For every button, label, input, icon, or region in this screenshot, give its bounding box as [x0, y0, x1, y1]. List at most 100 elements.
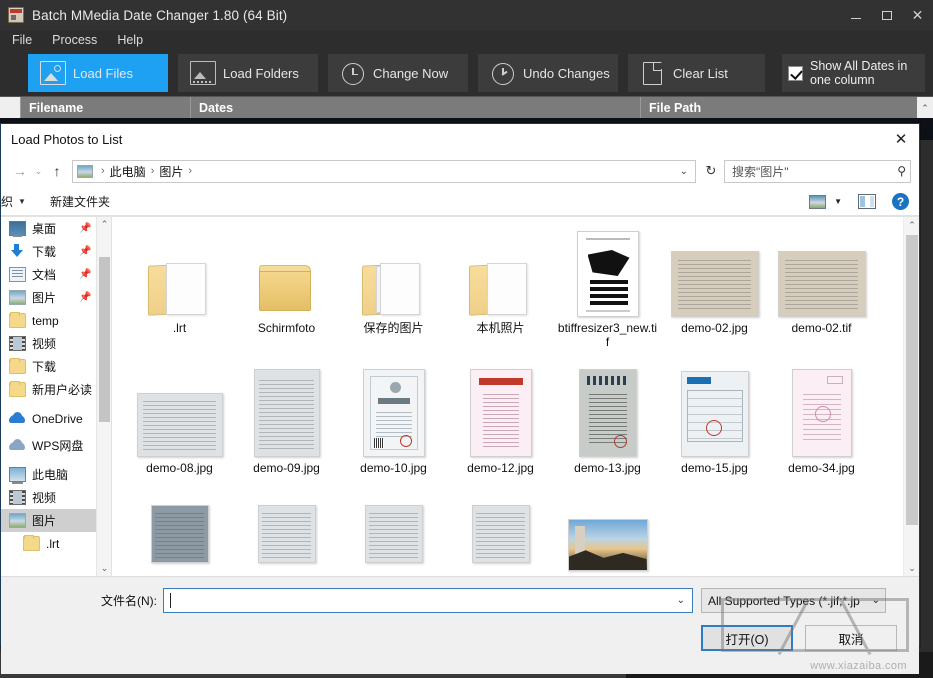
- show-all-dates-checkbox[interactable]: Show All Dates in one column: [782, 54, 925, 92]
- sidebar-item-onedrive[interactable]: OneDrive: [1, 407, 111, 430]
- new-folder-button[interactable]: 新建文件夹: [50, 193, 110, 210]
- undo-changes-button[interactable]: Undo Changes: [478, 54, 618, 92]
- file-item[interactable]: Schirmfoto: [233, 225, 340, 365]
- file-item[interactable]: btiffresizer3_new.tif: [554, 225, 661, 365]
- arrow-up-icon[interactable]: ↑: [46, 160, 68, 182]
- menu-file[interactable]: File: [12, 33, 32, 47]
- file-item[interactable]: [233, 505, 340, 565]
- clear-list-button[interactable]: Clear List: [628, 54, 765, 92]
- file-item[interactable]: demo-15.jpg: [661, 365, 768, 505]
- file-item[interactable]: [447, 505, 554, 565]
- column-header-filepath[interactable]: File Path: [640, 96, 933, 119]
- file-list-header: Filename Dates File Path ⌃: [0, 96, 933, 119]
- open-button[interactable]: 打开(O): [701, 625, 793, 651]
- sidebar-item-newuser[interactable]: 新用户必读: [1, 378, 111, 401]
- pin-icon[interactable]: 📌: [79, 246, 91, 257]
- pin-icon[interactable]: 📌: [79, 223, 91, 234]
- show-all-dates-line1: Show All Dates in: [810, 59, 908, 73]
- file-name: demo-12.jpg: [467, 461, 534, 475]
- change-now-button[interactable]: Change Now: [328, 54, 468, 92]
- file-item[interactable]: demo-12.jpg: [447, 365, 554, 505]
- sidebar-item-temp[interactable]: temp: [1, 309, 111, 332]
- folder-icon: [23, 535, 40, 551]
- file-grid-area[interactable]: .lrt Schirmfoto 保存的图片 本机照片 btiffresizer3…: [111, 217, 919, 576]
- view-options-icon[interactable]: [809, 194, 827, 209]
- sidebar-item-wpsdisk[interactable]: WPS网盘: [1, 434, 111, 457]
- organize-button[interactable]: 组织 ▼: [0, 193, 26, 210]
- sidebar-item-videos-pc[interactable]: 视频: [1, 486, 111, 509]
- scroll-down-icon[interactable]: ⌄: [904, 560, 919, 576]
- menu-process[interactable]: Process: [52, 33, 97, 47]
- list-scroll-up-icon[interactable]: ⌃: [917, 97, 933, 119]
- preview-pane-icon[interactable]: [858, 194, 876, 209]
- load-files-button[interactable]: Load Files: [28, 54, 168, 92]
- column-header-dates[interactable]: Dates: [190, 96, 640, 119]
- menu-help[interactable]: Help: [117, 33, 143, 47]
- sidebar-item-this-pc[interactable]: 此电脑: [1, 463, 111, 486]
- filetype-dropdown[interactable]: All Supported Types (*.jif;*.jp ⌄: [701, 588, 886, 613]
- file-item[interactable]: [340, 505, 447, 565]
- scroll-up-icon[interactable]: ⌃: [904, 217, 919, 233]
- sidebar-scrollbar[interactable]: ⌃ ⌄: [96, 217, 111, 576]
- sidebar-scroll-thumb[interactable]: [99, 257, 110, 422]
- breadcrumb-this-pc[interactable]: 此电脑: [110, 163, 146, 180]
- file-thumbnail: [455, 225, 547, 317]
- help-icon[interactable]: ?: [892, 193, 909, 210]
- sidebar-item-videos[interactable]: 视频: [1, 332, 111, 355]
- file-item[interactable]: demo-08.jpg: [126, 365, 233, 505]
- view-chevron-down-icon[interactable]: ▼: [834, 197, 842, 206]
- sidebar-scroll-up-icon[interactable]: ⌃: [97, 217, 111, 232]
- sidebar-item-desktop[interactable]: 桌面 📌: [1, 217, 111, 240]
- recent-locations-chevron-down-icon[interactable]: ⌄: [31, 160, 46, 182]
- search-box[interactable]: 搜索"图片" ⚲: [724, 159, 911, 183]
- filename-chevron-down-icon[interactable]: ⌄: [677, 595, 688, 606]
- doc-pink-thumbnail: [791, 369, 852, 457]
- sidebar-item-lrt[interactable]: .lrt: [1, 532, 111, 555]
- column-header-filename[interactable]: Filename: [20, 96, 190, 119]
- text-caret: [170, 593, 171, 608]
- pin-icon[interactable]: 📌: [79, 292, 91, 303]
- address-chevron-down-icon[interactable]: ⌄: [673, 166, 695, 177]
- load-folders-button[interactable]: Load Folders: [178, 54, 318, 92]
- file-item[interactable]: demo-02.jpg: [661, 225, 768, 365]
- breadcrumb-pictures[interactable]: 图片: [159, 163, 183, 180]
- close-icon[interactable]: ✕: [902, 0, 933, 30]
- search-input[interactable]: 搜索"图片": [732, 163, 897, 180]
- sidebar-item-downloads-folder[interactable]: 下载: [1, 355, 111, 378]
- file-item[interactable]: demo-02.tif: [768, 225, 875, 365]
- file-item[interactable]: demo-34.jpg: [768, 365, 875, 505]
- load-photos-dialog: Load Photos to List ✕ → ⌄ ↑ › 此电脑 › 图片 ›…: [0, 123, 920, 674]
- file-item[interactable]: demo-10.jpg: [340, 365, 447, 505]
- file-item[interactable]: demo-09.jpg: [233, 365, 340, 505]
- sidebar-item-documents[interactable]: 文档 📌: [1, 263, 111, 286]
- cancel-button[interactable]: 取消: [805, 625, 897, 651]
- sidebar-item-pictures-pc[interactable]: 图片: [1, 509, 111, 532]
- filename-input[interactable]: ⌄: [163, 588, 693, 613]
- watermark-url: www.xiazaiba.com: [810, 660, 907, 672]
- file-grid-scrollbar[interactable]: ⌃ ⌄: [903, 217, 919, 576]
- breadcrumb-separator: ›: [101, 165, 105, 177]
- file-thumbnail: [669, 225, 761, 317]
- file-item[interactable]: 保存的图片: [340, 225, 447, 365]
- file-item[interactable]: [554, 505, 661, 571]
- maximize-icon[interactable]: [871, 0, 902, 30]
- refresh-icon[interactable]: ↻: [701, 160, 721, 183]
- arrow-back-icon[interactable]: →: [9, 160, 31, 182]
- sidebar-item-downloads[interactable]: 下载 📌: [1, 240, 111, 263]
- file-grid: .lrt Schirmfoto 保存的图片 本机照片 btiffresizer3…: [112, 217, 903, 576]
- address-bar[interactable]: › 此电脑 › 图片 › ⌄: [72, 159, 696, 183]
- dialog-close-icon[interactable]: ✕: [883, 124, 919, 154]
- file-thumbnail: [241, 365, 333, 457]
- minimize-icon[interactable]: [840, 0, 871, 30]
- file-item[interactable]: [126, 505, 233, 565]
- file-item[interactable]: 本机照片: [447, 225, 554, 365]
- file-item[interactable]: .lrt: [126, 225, 233, 365]
- search-icon: ⚲: [897, 164, 906, 178]
- document-icon: [643, 61, 662, 85]
- sidebar-item-pictures[interactable]: 图片 📌: [1, 286, 111, 309]
- sidebar-scroll-down-icon[interactable]: ⌄: [97, 561, 111, 576]
- file-grid-scroll-thumb[interactable]: [906, 235, 918, 525]
- file-item[interactable]: demo-13.jpg: [554, 365, 661, 505]
- file-thumbnail: [776, 365, 868, 457]
- pin-icon[interactable]: 📌: [79, 269, 91, 280]
